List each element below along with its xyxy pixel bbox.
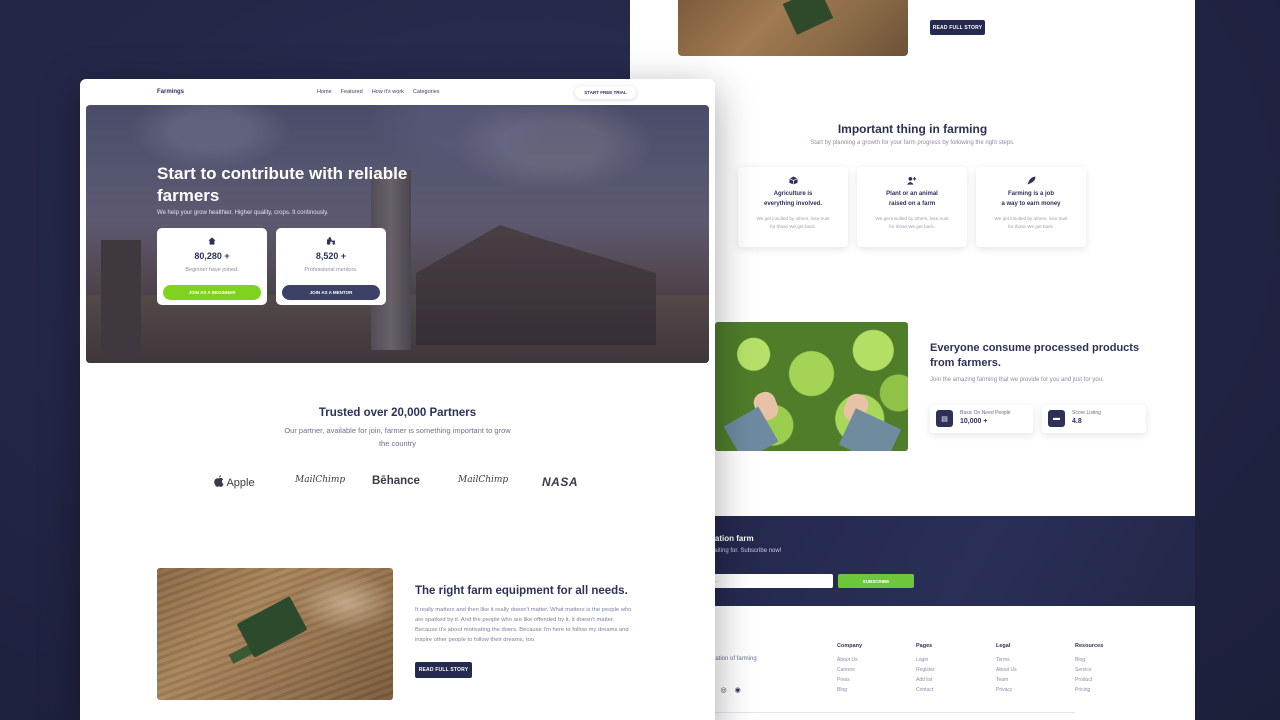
feature-description: We get insulted by others, lose trust fo…	[756, 216, 830, 229]
footer-link[interactable]: About Us	[996, 665, 1017, 675]
consume-title: Everyone consume processed products from…	[930, 342, 1140, 369]
harvester-image	[157, 568, 393, 700]
nav-link-categories[interactable]: Categories	[413, 89, 440, 95]
footer-heading: Company	[837, 643, 863, 649]
read-full-story-button[interactable]: READ FULL STORY	[930, 20, 985, 35]
beginner-card: 80,280 + Beginner have joined. JOIN AS A…	[157, 228, 267, 305]
card-icon: ▬	[1048, 410, 1065, 427]
footer-column-company: Company About Us Careers Press Blog	[837, 643, 862, 695]
apple-logo: Apple	[214, 475, 255, 489]
footer-link[interactable]: Contact	[916, 685, 935, 695]
lettuce-image	[715, 322, 908, 451]
newsletter-subtitle: waiting for. Subscribe now!	[710, 548, 782, 554]
newsletter-email-input[interactable]	[710, 574, 833, 588]
mentor-count: 8,520 +	[315, 251, 347, 261]
footer-link[interactable]: Add list	[916, 675, 935, 685]
mentor-label: Professional mentors.	[304, 267, 358, 273]
footer-heading: Resources	[1075, 643, 1104, 649]
site-logo[interactable]: Farmings	[157, 89, 184, 95]
read-full-story-button[interactable]: READ FULL STORY	[415, 662, 472, 678]
footer-link[interactable]: Team	[996, 675, 1017, 685]
footer-social-icons: ▫◎◉	[710, 686, 749, 694]
footer-link[interactable]: Terms	[996, 655, 1017, 665]
footer-link[interactable]: Careers	[837, 665, 862, 675]
feature-title: Plant or an animal raised on a farm	[886, 191, 938, 207]
join-beginner-button[interactable]: JOIN AS A BEGINNER	[163, 285, 261, 300]
feature-card[interactable]: Agriculture is everything involved. We g…	[738, 167, 848, 247]
footer-link[interactable]: Blog	[837, 685, 862, 695]
feature-card[interactable]: Plant or an animal raised on a farm We g…	[857, 167, 967, 247]
partners-subtitle: Our partner, available for join, farmer …	[284, 426, 511, 448]
behance-logo: Bēhance	[372, 475, 420, 487]
feature-description: We get insulted by others, lose trust fo…	[875, 216, 949, 229]
house-icon	[157, 237, 267, 247]
feature-description: We get insulted by others, lose trust fo…	[994, 216, 1068, 229]
footer-column-pages: Pages Login Register Add list Contact	[916, 643, 935, 695]
nav-link-featured[interactable]: Featured	[341, 89, 363, 95]
stat-label: Score Listing	[1072, 410, 1101, 416]
harvester-image	[678, 0, 908, 56]
stat-card: ▬ Score Listing 4.8	[1042, 405, 1146, 433]
footer-link[interactable]: Blog	[1075, 655, 1103, 665]
mailchimp-logo: MailChimp	[458, 475, 509, 485]
footer-link[interactable]: Login	[916, 655, 935, 665]
partners-title: Trusted over 20,000 Partners	[318, 407, 477, 419]
join-mentor-button[interactable]: JOIN AS A MENTOR	[282, 285, 380, 300]
equipment-title: The right farm equipment for all needs.	[415, 585, 628, 597]
mentor-card: 8,520 + Professional mentors. JOIN AS A …	[276, 228, 386, 305]
footer-link[interactable]: Service	[1075, 665, 1103, 675]
hero-subtitle: We help your grow healthier. Higher qual…	[157, 210, 329, 216]
footer-column-legal: Legal Terms About Us Team Privacy	[996, 643, 1017, 695]
subscribe-button[interactable]: SUBSCRIBE	[838, 574, 914, 588]
beginner-count: 80,280 +	[194, 251, 230, 261]
feature-title: Agriculture is everything involved.	[763, 191, 823, 207]
apple-logo-text: Apple	[226, 477, 255, 489]
nav-link-how-it-works[interactable]: How it's work	[372, 89, 404, 95]
nav-link-home[interactable]: Home	[317, 89, 332, 95]
github-icon[interactable]: ◉	[735, 687, 749, 694]
feature-title: Farming is a job a way to earn money	[1001, 191, 1061, 207]
main-nav: Home Featured How it's work Categories	[317, 89, 440, 95]
start-free-trial-button[interactable]: START FREE TRIAL	[575, 86, 636, 99]
footer-heading: Legal	[996, 643, 1011, 649]
footer-link[interactable]: Pricing	[1075, 685, 1103, 695]
footer-link[interactable]: Press	[837, 675, 862, 685]
tractor-icon	[276, 237, 386, 247]
stat-value: 4.8	[1072, 418, 1082, 425]
footer-divider	[710, 712, 1075, 713]
beginner-label: Beginner have joined.	[185, 267, 239, 273]
footer-link[interactable]: Register	[916, 665, 935, 675]
hero-section: Start to contribute with reliable farmer…	[86, 105, 709, 363]
mailchimp-logo: MailChimp	[295, 475, 346, 485]
consume-subtitle: Join the amazing farming that we provide…	[930, 377, 1104, 383]
footer-tagline: eration of farming	[710, 656, 757, 662]
nasa-logo: NASA	[542, 475, 579, 489]
footer-heading: Pages	[916, 643, 933, 649]
hero-title: Start to contribute with reliable farmer…	[157, 164, 408, 205]
feature-card[interactable]: Farming is a job a way to earn money We …	[976, 167, 1086, 247]
equipment-text: It really matters and then like it reall…	[415, 607, 632, 643]
footer-column-resources: Resources Blog Service Product Pricing	[1075, 643, 1103, 695]
pinterest-icon[interactable]: ◎	[720, 687, 734, 694]
footer-link[interactable]: About Us	[837, 655, 862, 665]
front-page-preview: Farmings Home Featured How it's work Cat…	[80, 79, 715, 720]
newsletter-title: nation farm	[710, 534, 754, 543]
box-icon	[738, 176, 848, 186]
stat-label: Basic On Need People	[960, 410, 1011, 416]
stat-value: 10,000 +	[960, 418, 988, 425]
footer-link[interactable]: Product	[1075, 675, 1103, 685]
user-add-icon	[857, 176, 967, 186]
rocket-icon	[976, 176, 1086, 186]
document-icon: ▤	[936, 410, 953, 427]
footer-link[interactable]: Privacy	[996, 685, 1017, 695]
stat-card: ▤ Basic On Need People 10,000 +	[930, 405, 1033, 433]
